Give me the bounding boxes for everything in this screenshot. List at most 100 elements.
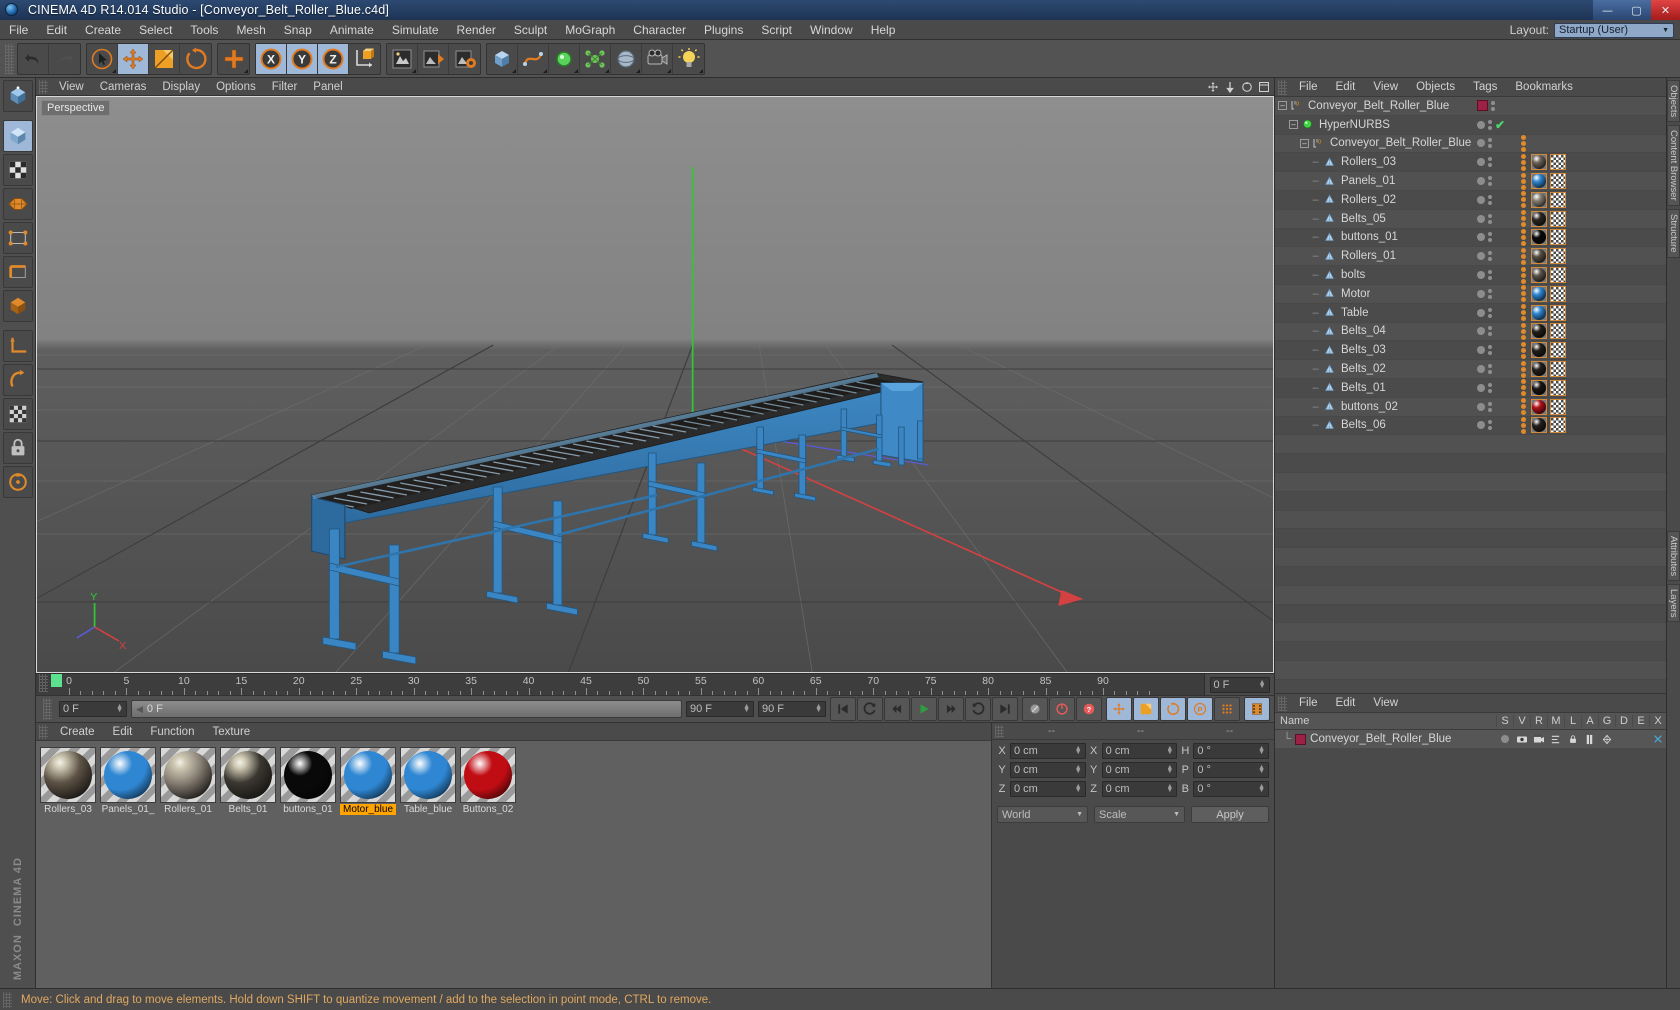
play-button[interactable] bbox=[911, 697, 937, 721]
material-tag-icon[interactable] bbox=[1531, 173, 1547, 190]
editor-render-visibility-dots[interactable] bbox=[1488, 364, 1492, 375]
object-tag-row[interactable] bbox=[1473, 190, 1666, 210]
material-tag-icon[interactable] bbox=[1531, 361, 1547, 378]
render-to-picture-viewer-button[interactable] bbox=[418, 43, 449, 74]
material-manager-grip[interactable] bbox=[39, 724, 48, 739]
menu-select[interactable]: Select bbox=[130, 20, 181, 40]
polygons-select-mode-button[interactable] bbox=[2, 290, 33, 322]
minimize-button[interactable]: — bbox=[1593, 0, 1622, 20]
uvw-tag-icon[interactable] bbox=[1550, 267, 1566, 284]
uvw-tag-icon[interactable] bbox=[1550, 323, 1566, 340]
object-row[interactable]: – Panels_01 bbox=[1275, 172, 1473, 191]
editor-render-visibility-dots[interactable] bbox=[1488, 288, 1492, 299]
live-selection-tool-button[interactable] bbox=[87, 43, 118, 74]
object-tag-row[interactable] bbox=[1473, 378, 1666, 398]
camera-button[interactable] bbox=[642, 43, 673, 74]
layer-column-header-m[interactable]: M bbox=[1547, 715, 1564, 727]
stepper-icon[interactable]: ▲ ▼ bbox=[1166, 745, 1173, 756]
deformer-button[interactable] bbox=[580, 43, 611, 74]
tab-attributes[interactable]: Attributes bbox=[1667, 530, 1680, 581]
material-tag-icon[interactable] bbox=[1531, 248, 1547, 265]
viewport-grip[interactable] bbox=[39, 79, 48, 94]
object-menu-file[interactable]: File bbox=[1290, 78, 1327, 97]
object-row[interactable]: – HyperNURBS bbox=[1275, 115, 1473, 135]
go-to-previous-key-button[interactable] bbox=[857, 697, 883, 721]
visibility-dot-icon[interactable] bbox=[1477, 383, 1485, 392]
layer-column-header-r[interactable]: R bbox=[1530, 715, 1547, 727]
material-tag-icon[interactable] bbox=[1531, 229, 1547, 246]
editor-render-visibility-dots[interactable] bbox=[1488, 326, 1492, 337]
layer-column-header-l[interactable]: L bbox=[1564, 715, 1581, 727]
material-tag-icon[interactable] bbox=[1531, 285, 1547, 302]
quantize-button[interactable] bbox=[2, 466, 33, 498]
editor-render-visibility-dots[interactable] bbox=[1488, 382, 1492, 393]
stepper-icon[interactable]: ▲ ▼ bbox=[1258, 764, 1265, 775]
coordinate-field-position[interactable]: 0 cm ▲ ▼ bbox=[1010, 743, 1086, 759]
layer-manager-cell[interactable] bbox=[1547, 734, 1564, 745]
material-swatch-list[interactable]: Rollers_03 Panels_01_ Rollers_01 Belts_01 bu… bbox=[36, 741, 991, 988]
visibility-dot-icon[interactable] bbox=[1477, 233, 1485, 242]
object-tree[interactable]: –0 Conveyor_Belt_Roller_Blue – HyperNURBS –0… bbox=[1275, 97, 1473, 693]
coordinate-field-size[interactable]: 0 cm ▲ ▼ bbox=[1101, 781, 1178, 797]
menu-animate[interactable]: Animate bbox=[321, 20, 383, 40]
uvw-tag-icon[interactable] bbox=[1550, 342, 1566, 359]
material-name-label[interactable]: Motor_blue bbox=[340, 804, 396, 815]
menu-snap[interactable]: Snap bbox=[275, 20, 321, 40]
material-tag-icon[interactable] bbox=[1531, 210, 1547, 227]
enable-axis-modification-button[interactable] bbox=[2, 364, 33, 396]
stepper-icon[interactable]: ▲ ▼ bbox=[1166, 783, 1173, 794]
dolly-view-icon[interactable] bbox=[1224, 81, 1236, 93]
layer-row[interactable]: └ Conveyor_Belt_Roller_Blue bbox=[1275, 730, 1666, 748]
object-name-label[interactable]: Belts_01 bbox=[1341, 382, 1386, 394]
object-tag-row[interactable] bbox=[1473, 153, 1666, 173]
editor-render-visibility-dots[interactable] bbox=[1488, 176, 1492, 187]
object-name-label[interactable]: Belts_04 bbox=[1341, 325, 1386, 337]
object-name-label[interactable]: Belts_06 bbox=[1341, 419, 1386, 431]
object-row[interactable]: – Belts_04 bbox=[1275, 322, 1473, 342]
object-menu-edit[interactable]: Edit bbox=[1327, 78, 1365, 97]
undo-button[interactable] bbox=[18, 43, 49, 74]
object-manager-grip[interactable] bbox=[1278, 79, 1287, 95]
coordinate-space-dropdown[interactable]: World ▼ bbox=[997, 806, 1088, 823]
go-to-end-button[interactable] bbox=[992, 697, 1018, 721]
layer-column-header-name[interactable]: Name bbox=[1275, 715, 1496, 727]
object-row[interactable]: – Belts_03 bbox=[1275, 341, 1473, 361]
object-row[interactable]: – Belts_05 bbox=[1275, 209, 1473, 229]
viewport-menu-display[interactable]: Display bbox=[154, 78, 208, 96]
material-tag-icon[interactable] bbox=[1531, 342, 1547, 359]
visibility-dot-icon[interactable] bbox=[1477, 177, 1485, 186]
maximize-button[interactable]: ▢ bbox=[1622, 0, 1651, 20]
menu-character[interactable]: Character bbox=[624, 20, 695, 40]
material-tag-icon[interactable] bbox=[1531, 154, 1547, 171]
material-tag-icon[interactable] bbox=[1531, 417, 1547, 434]
object-row[interactable]: – Table bbox=[1275, 303, 1473, 323]
autokeying-button[interactable] bbox=[1049, 697, 1075, 721]
material-thumbnail[interactable] bbox=[220, 747, 276, 803]
menu-sculpt[interactable]: Sculpt bbox=[505, 20, 556, 40]
viewport-menu-view[interactable]: View bbox=[51, 78, 92, 96]
object-name-label[interactable]: Panels_01 bbox=[1341, 175, 1395, 187]
editor-render-visibility-dots[interactable] bbox=[1488, 420, 1492, 431]
object-tag-row[interactable] bbox=[1473, 266, 1666, 285]
layer-name-cell[interactable]: └ Conveyor_Belt_Roller_Blue bbox=[1275, 733, 1496, 745]
object-tag-row[interactable] bbox=[1473, 284, 1666, 304]
layer-column-header-d[interactable]: D bbox=[1615, 715, 1632, 727]
visibility-dot-icon[interactable] bbox=[1477, 139, 1485, 148]
stepper-icon[interactable]: ▲ ▼ bbox=[815, 703, 822, 714]
pan-view-icon[interactable] bbox=[1207, 81, 1219, 93]
object-layer-color-swatch[interactable] bbox=[1477, 100, 1488, 112]
object-manager[interactable]: –0 Conveyor_Belt_Roller_Blue – HyperNURBS –0… bbox=[1275, 97, 1666, 693]
layer-render-cell[interactable] bbox=[1530, 734, 1547, 744]
menu-tools[interactable]: Tools bbox=[181, 20, 227, 40]
object-menu-bookmarks[interactable]: Bookmarks bbox=[1506, 78, 1582, 97]
animation-mode-button[interactable] bbox=[1244, 697, 1270, 721]
layer-animation-cell[interactable] bbox=[1581, 734, 1598, 745]
layer-lock-cell[interactable] bbox=[1564, 734, 1581, 745]
object-name-label[interactable]: Conveyor_Belt_Roller_Blue bbox=[1330, 137, 1471, 149]
viewport-menu-panel[interactable]: Panel bbox=[305, 78, 350, 96]
environment-button[interactable] bbox=[611, 43, 642, 74]
layer-manager-grip[interactable] bbox=[1278, 695, 1287, 711]
record-active-objects-button[interactable] bbox=[1022, 697, 1048, 721]
object-tag-columns[interactable]: ✔ bbox=[1473, 97, 1666, 693]
twirl-collapse-icon[interactable]: – bbox=[1289, 120, 1298, 130]
